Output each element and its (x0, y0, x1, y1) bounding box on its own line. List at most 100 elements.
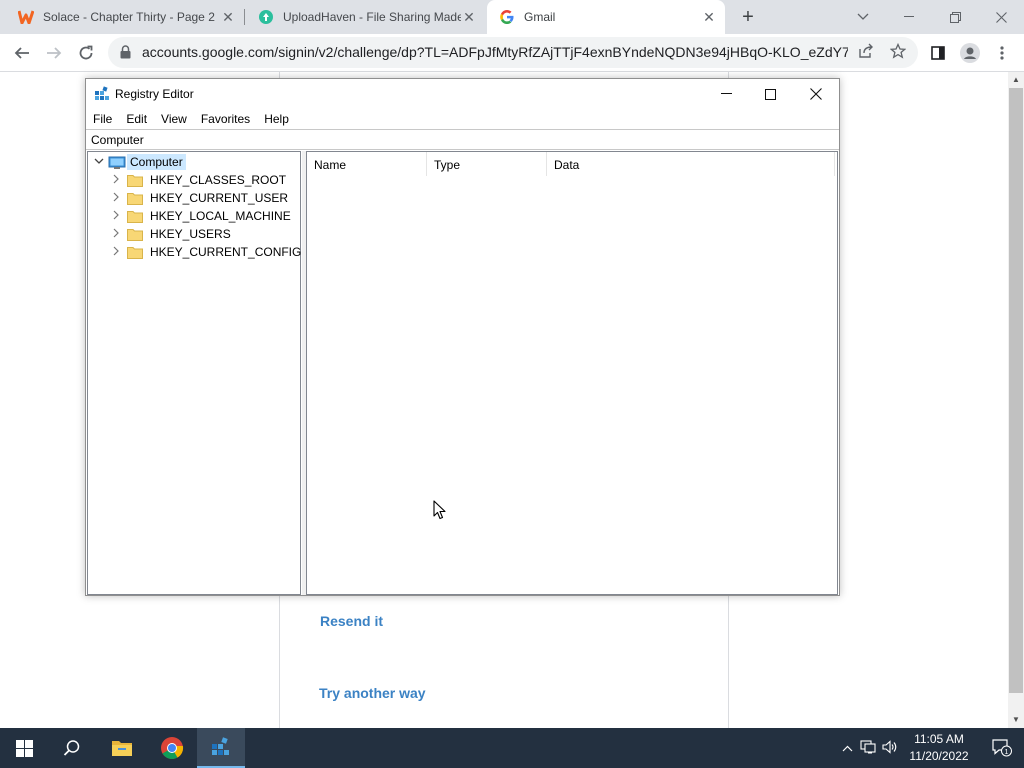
network-icon[interactable] (856, 739, 880, 757)
reload-button[interactable] (72, 40, 100, 66)
tree-item-computer[interactable]: Computer (92, 153, 186, 171)
column-header-data[interactable]: Data (547, 152, 835, 176)
system-tray (838, 728, 900, 768)
notification-count: 1 (1005, 749, 1009, 756)
menu-edit[interactable]: Edit (119, 109, 154, 129)
regedit-minimize-button[interactable] (703, 79, 749, 109)
lock-icon (120, 45, 131, 64)
scrollbar-thumb[interactable] (1009, 88, 1023, 693)
chevron-right-icon[interactable] (109, 246, 123, 259)
volume-icon[interactable] (880, 739, 900, 757)
restore-window-button[interactable] (932, 0, 978, 34)
tab-solace[interactable]: Solace - Chapter Thirty - Page 2 ✕ (0, 0, 244, 34)
wattpad-icon (18, 9, 34, 25)
chevron-right-icon[interactable] (109, 210, 123, 223)
tree-item-label: HKEY_LOCAL_MACHINE (150, 209, 291, 223)
chrome-icon (161, 737, 184, 759)
forward-button[interactable] (40, 40, 68, 66)
regedit-maximize-button[interactable] (747, 79, 793, 109)
menu-help[interactable]: Help (257, 109, 296, 129)
regedit-address-bar[interactable]: Computer (86, 129, 839, 150)
chrome-menu-button[interactable] (988, 40, 1016, 66)
tab-title: Solace - Chapter Thirty - Page 2 (43, 10, 215, 24)
address-bar[interactable]: accounts.google.com/signin/v2/challenge/… (108, 37, 918, 68)
browser-tab-strip: Solace - Chapter Thirty - Page 2 ✕ Uploa… (0, 0, 1024, 34)
profile-button[interactable] (956, 40, 984, 66)
side-panel-button[interactable] (924, 40, 952, 66)
resend-link[interactable]: Resend it (320, 613, 383, 629)
tab-uploadhaven[interactable]: UploadHaven - File Sharing Made ✕ (240, 0, 485, 34)
tree-item-hkey-local-machine[interactable]: HKEY_LOCAL_MACHINE (109, 207, 294, 225)
bookmark-star-icon[interactable] (888, 42, 908, 63)
show-hidden-icons-chevron-icon[interactable] (838, 741, 856, 755)
uploadhaven-icon (258, 9, 274, 25)
tree-item-label: HKEY_CURRENT_USER (150, 191, 289, 205)
notification-center-button[interactable]: 1 (980, 728, 1024, 768)
column-header-name[interactable]: Name (307, 152, 427, 176)
windows-logo-icon (15, 739, 33, 757)
menu-file[interactable]: File (86, 109, 119, 129)
google-icon (499, 9, 515, 25)
chevron-right-icon[interactable] (109, 192, 123, 205)
tab-title: UploadHaven - File Sharing Made (283, 10, 461, 24)
close-window-button[interactable] (978, 0, 1024, 34)
file-explorer-button[interactable] (98, 728, 146, 768)
start-button[interactable] (0, 728, 48, 768)
folder-icon (127, 210, 143, 223)
chevron-right-icon[interactable] (109, 228, 123, 241)
chrome-taskbar-button[interactable] (148, 728, 196, 768)
share-icon[interactable] (856, 43, 876, 63)
close-tab-icon[interactable]: ✕ (701, 9, 717, 25)
window-title: Registry Editor (115, 87, 194, 101)
page-scrollbar[interactable]: ▲ ▼ (1008, 72, 1024, 728)
minimize-window-button[interactable] (886, 0, 932, 34)
menu-favorites[interactable]: Favorites (194, 109, 257, 129)
folder-icon (127, 246, 143, 259)
tab-gmail[interactable]: Gmail ✕ (487, 0, 725, 34)
registry-values-pane[interactable]: Name Type Data (306, 151, 838, 595)
tab-search-icon[interactable] (840, 0, 886, 34)
tab-title: Gmail (524, 10, 556, 24)
column-header-type[interactable]: Type (427, 152, 547, 176)
chevron-down-icon[interactable] (92, 157, 106, 168)
mouse-cursor-icon (433, 500, 447, 520)
scroll-down-arrow-icon[interactable]: ▼ (1008, 712, 1024, 728)
tree-item-hkey-classes-root[interactable]: HKEY_CLASSES_ROOT (109, 171, 289, 189)
close-tab-icon[interactable]: ✕ (220, 9, 236, 25)
regedit-close-button[interactable] (793, 79, 839, 109)
tree-item-label: Computer (127, 154, 186, 170)
registry-editor-window[interactable]: Registry Editor File Edit View Favorites… (85, 78, 840, 596)
windows-taskbar: 11:05 AM 11/20/2022 1 (0, 728, 1024, 768)
regedit-menubar: File Edit View Favorites Help (86, 109, 839, 129)
clock-date: 11/20/2022 (909, 749, 969, 763)
registry-editor-titlebar[interactable]: Registry Editor (86, 79, 839, 109)
new-tab-button[interactable]: + (738, 7, 758, 27)
side-panel-icon (931, 46, 945, 60)
clock-time: 11:05 AM (914, 732, 964, 746)
reload-icon (79, 45, 93, 60)
tree-item-label: HKEY_CURRENT_CONFIG (150, 245, 302, 259)
tree-item-hkey-users[interactable]: HKEY_USERS (109, 225, 234, 243)
registry-tree-pane[interactable]: Computer HKEY_CLASSES_ROOT HKEY_CURRENT_… (87, 151, 301, 595)
back-button[interactable] (8, 40, 36, 66)
url-text: accounts.google.com/signin/v2/challenge/… (142, 44, 848, 60)
close-tab-icon[interactable]: ✕ (461, 9, 477, 25)
tree-item-label: HKEY_CLASSES_ROOT (150, 173, 287, 187)
browser-toolbar: accounts.google.com/signin/v2/challenge/… (0, 34, 1024, 72)
chevron-right-icon[interactable] (109, 174, 123, 187)
forward-arrow-icon (47, 47, 62, 59)
registry-editor-icon (94, 86, 110, 102)
scroll-up-arrow-icon[interactable]: ▲ (1008, 72, 1024, 88)
taskbar-clock[interactable]: 11:05 AM 11/20/2022 (900, 731, 978, 765)
search-button[interactable] (48, 728, 96, 768)
kebab-menu-icon (1000, 46, 1004, 60)
profile-avatar-icon (960, 43, 980, 63)
regedit-taskbar-button[interactable] (197, 728, 245, 768)
tree-item-label: HKEY_USERS (150, 227, 231, 241)
try-another-way-link[interactable]: Try another way (319, 685, 426, 701)
back-arrow-icon (14, 47, 29, 59)
menu-view[interactable]: View (154, 109, 194, 129)
computer-icon (108, 156, 126, 169)
tree-item-hkey-current-config[interactable]: HKEY_CURRENT_CONFIG (109, 243, 304, 261)
tree-item-hkey-current-user[interactable]: HKEY_CURRENT_USER (109, 189, 291, 207)
